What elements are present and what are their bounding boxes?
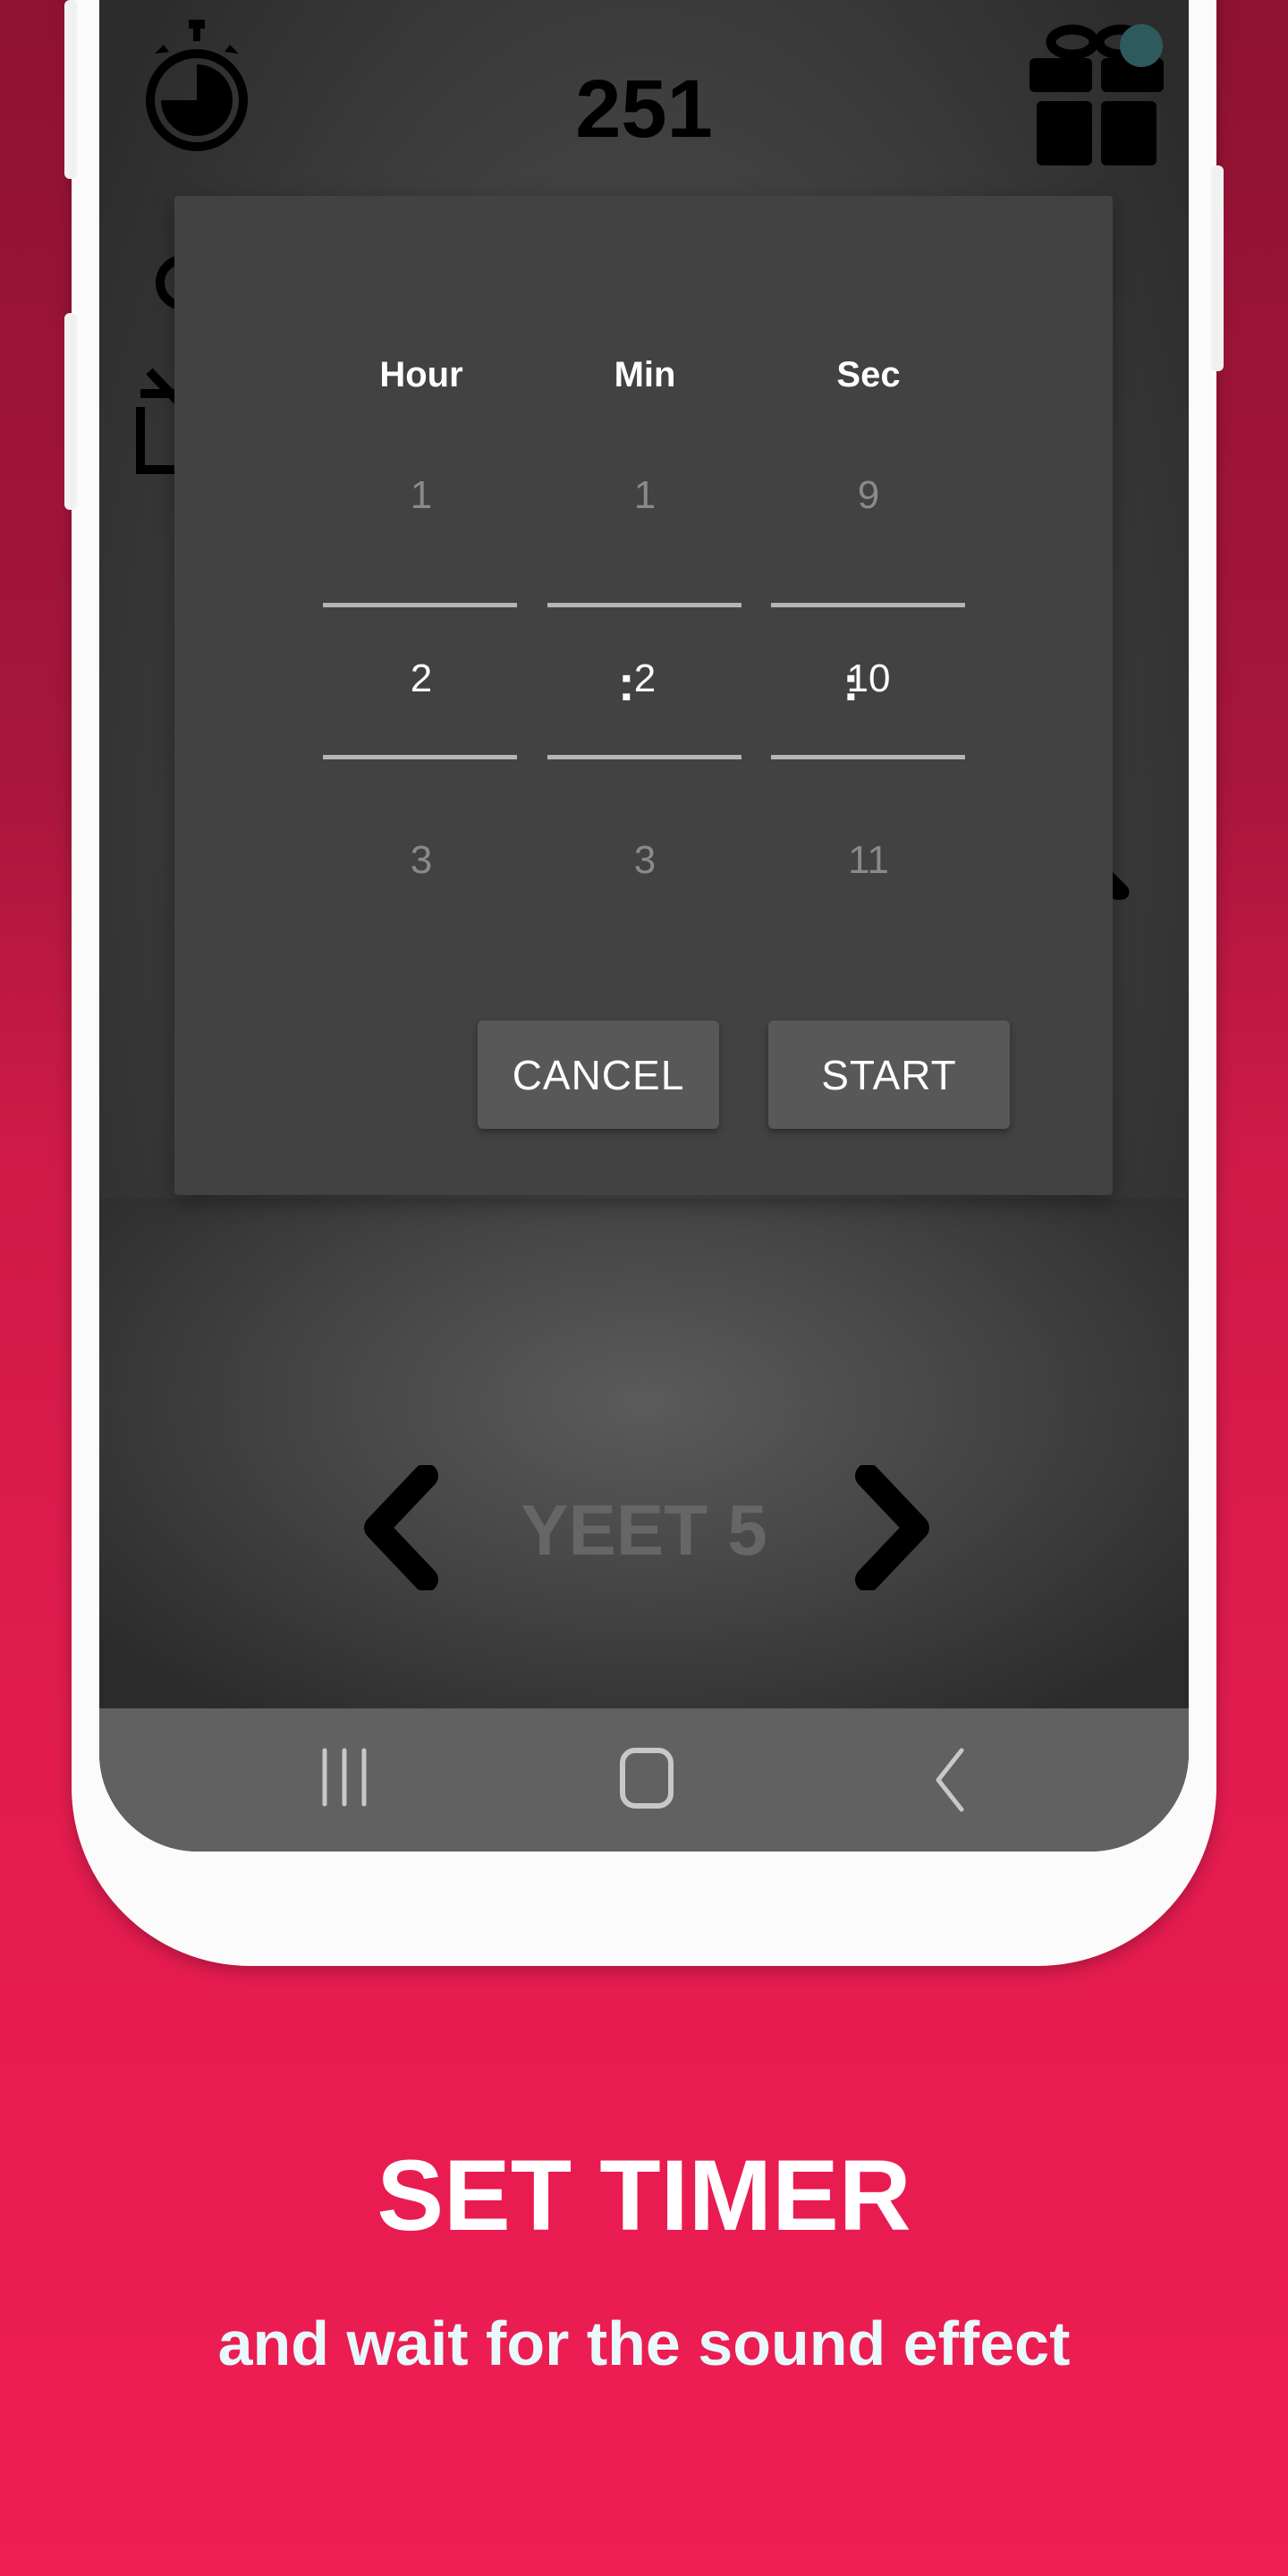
second-selection-line-top [771,603,965,607]
minute-selection-line-top [547,603,741,607]
background-arrow-fragment [1113,872,1130,900]
recents-icon[interactable] [318,1746,371,1809]
system-navigation-bar [99,1708,1189,1852]
carousel-label: YEET 5 [521,1490,767,1570]
promo-subtitle: and wait for the sound effect [217,2309,1071,2378]
cancel-button[interactable]: CANCEL [478,1021,719,1129]
second-prev-value[interactable]: 9 [770,473,967,518]
phone-side-button [1211,165,1224,371]
hour-next-value[interactable]: 3 [323,838,520,883]
notification-dot [1120,24,1163,67]
minute-prev-value[interactable]: 1 [547,473,743,518]
phone-side-button [64,0,77,179]
hour-selection-line-bottom [323,755,517,759]
minute-selected-value[interactable]: 2 [547,657,743,701]
second-selected-value[interactable]: 10 [770,657,967,701]
app-screen: 251 YEET 5 Hour Min Sec 1 2 3: 1 2 3: … [99,0,1189,1852]
hour-header: Hour [379,355,463,394]
second-selection-line-bottom [771,755,965,759]
gift-icon[interactable] [1021,22,1173,174]
sec-header: Sec [836,355,901,394]
min-header: Min [614,355,676,394]
second-next-value[interactable]: 11 [770,838,967,883]
hour-selection-line-top [323,603,517,607]
minute-selection-line-bottom [547,755,741,759]
hour-selected-value[interactable]: 2 [323,657,520,701]
home-icon[interactable] [618,1746,675,1814]
phone-side-button [64,313,77,510]
screen-background [99,1199,1189,1708]
start-button[interactable]: START [768,1021,1010,1129]
hour-prev-value[interactable]: 1 [323,473,520,518]
promo-title: SET TIMER [377,2140,911,2251]
minute-next-value[interactable]: 3 [547,838,743,883]
next-arrow-icon[interactable] [845,1465,935,1590]
timer-dialog: Hour Min Sec 1 2 3 : 1 2 3 : 9 10 11 CAN… [174,196,1113,1195]
back-icon[interactable] [931,1746,967,1814]
